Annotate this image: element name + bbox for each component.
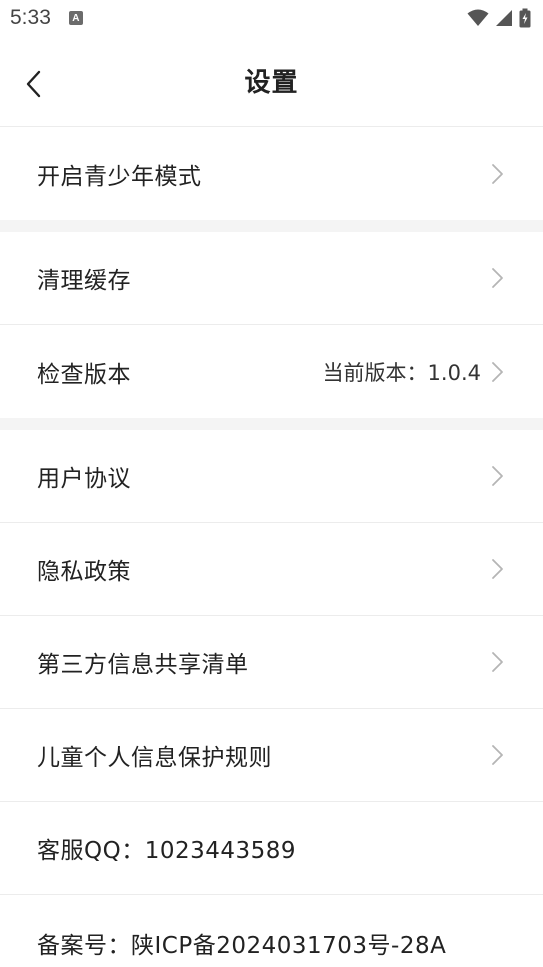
child-privacy-row[interactable]: 儿童个人信息保护规则 bbox=[0, 709, 543, 802]
clear-cache-label: 清理缓存 bbox=[37, 268, 131, 294]
status-bar: 5:33 A bbox=[0, 0, 543, 36]
chevron-right-icon bbox=[492, 745, 503, 765]
icp-record-label: 备案号：陕ICP备2024031703号-28A bbox=[37, 933, 447, 959]
clear-cache-row[interactable]: 清理缓存 bbox=[0, 232, 543, 325]
chevron-right-icon bbox=[492, 559, 503, 579]
page-title: 设置 bbox=[244, 68, 299, 98]
chevron-right-icon bbox=[492, 652, 503, 672]
third-party-sharing-row[interactable]: 第三方信息共享清单 bbox=[0, 616, 543, 709]
chevron-right-icon bbox=[492, 361, 503, 382]
third-party-sharing-label: 第三方信息共享清单 bbox=[37, 652, 249, 678]
privacy-policy-row[interactable]: 隐私政策 bbox=[0, 523, 543, 616]
user-agreement-label: 用户协议 bbox=[37, 466, 131, 492]
customer-service-label: 客服QQ：1023443589 bbox=[37, 838, 297, 864]
signal-icon bbox=[496, 10, 512, 26]
battery-charging-icon bbox=[519, 8, 531, 28]
status-time: 5:33 bbox=[10, 6, 51, 29]
youth-mode-label: 开启青少年模式 bbox=[37, 163, 202, 190]
status-icons bbox=[467, 8, 531, 28]
wifi-icon bbox=[467, 9, 489, 26]
chevron-right-icon bbox=[492, 268, 503, 288]
child-privacy-label: 儿童个人信息保护规则 bbox=[37, 745, 272, 771]
customer-service-row[interactable]: 客服QQ：1023443589 bbox=[0, 802, 543, 895]
chevron-right-icon bbox=[492, 466, 503, 486]
settings-screen: 5:33 A 设置 开启青少年模式 清理缓存 检查版本 当前版本：1.0.4 用… bbox=[0, 0, 543, 967]
check-version-row[interactable]: 检查版本 当前版本：1.0.4 bbox=[0, 325, 543, 418]
current-version-value: 当前版本：1.0.4 bbox=[322, 360, 481, 385]
check-version-label: 检查版本 bbox=[37, 361, 131, 388]
section-gap bbox=[0, 418, 543, 430]
icp-record-row[interactable]: 备案号：陕ICP备2024031703号-28A bbox=[0, 895, 543, 967]
notification-icon: A bbox=[68, 11, 83, 25]
user-agreement-row[interactable]: 用户协议 bbox=[0, 430, 543, 523]
privacy-policy-label: 隐私政策 bbox=[37, 559, 131, 585]
youth-mode-row[interactable]: 开启青少年模式 bbox=[0, 127, 543, 220]
title-bar: 设置 bbox=[0, 36, 543, 127]
chevron-right-icon bbox=[492, 163, 503, 184]
section-gap bbox=[0, 220, 543, 232]
